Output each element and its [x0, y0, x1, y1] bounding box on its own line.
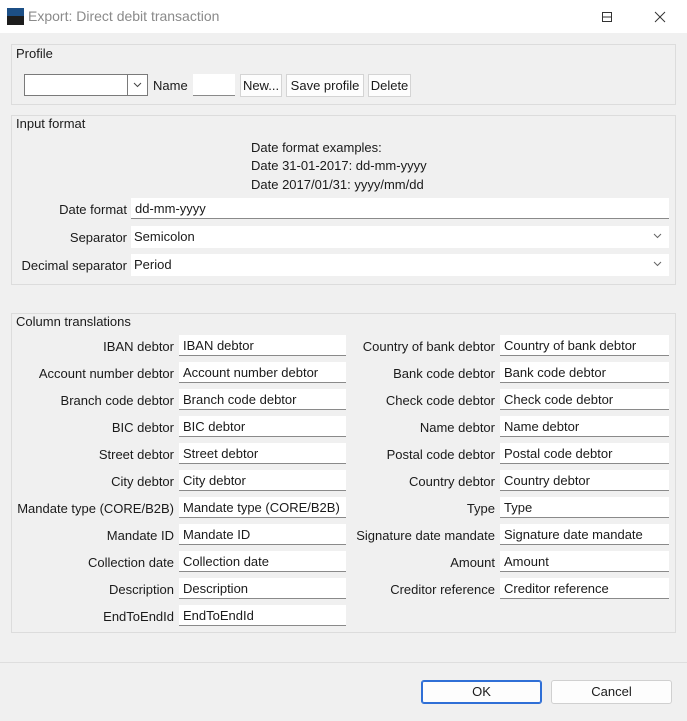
column-input[interactable]: Mandate ID — [179, 524, 346, 545]
column-label: Collection date — [88, 555, 174, 570]
column-input[interactable]: EndToEndId — [179, 605, 346, 626]
column-input-value: Mandate type (CORE/B2B) — [183, 500, 340, 515]
column-input-value: Account number debtor — [183, 365, 319, 380]
column-label: Description — [108, 582, 174, 597]
column-label: Creditor reference — [390, 582, 495, 597]
separator-select[interactable]: Semicolon — [131, 226, 669, 248]
column-label: Name debtor — [419, 420, 495, 435]
column-input[interactable]: Collection date — [179, 551, 346, 572]
column-input-value: Check code debtor — [504, 392, 614, 407]
separator-label: Separator — [69, 230, 127, 245]
column-input-value: Country debtor — [504, 473, 590, 488]
separator-value: Semicolon — [134, 229, 195, 244]
column-label: Type — [466, 501, 495, 516]
column-label: Amount — [450, 555, 495, 570]
column-input-value: City debtor — [183, 473, 246, 488]
column-input[interactable]: Postal code debtor — [500, 443, 669, 464]
date-format-input[interactable]: dd-mm-yyyy — [131, 198, 669, 219]
close-icon — [654, 11, 666, 23]
save-profile-button[interactable]: Save profile — [286, 74, 364, 97]
date-format-examples-heading: Date format examples: — [251, 140, 382, 155]
column-input[interactable]: BIC debtor — [179, 416, 346, 437]
maximize-button[interactable] — [584, 0, 630, 33]
column-label: Mandate type (CORE/B2B) — [17, 501, 174, 516]
column-input-value: Bank code debtor — [504, 365, 606, 380]
column-label: Mandate ID — [106, 528, 174, 543]
column-input-value: BIC debtor — [183, 419, 246, 434]
column-input[interactable]: Country of bank debtor — [500, 335, 669, 356]
column-label: EndToEndId — [103, 609, 174, 624]
column-input-value: Name debtor — [504, 419, 580, 434]
column-label: Postal code debtor — [386, 447, 495, 462]
date-format-example-1: Date 31-01-2017: dd-mm-yyyy — [251, 158, 427, 173]
column-input[interactable]: Country debtor — [500, 470, 669, 491]
maximize-icon — [602, 12, 612, 22]
column-label: Bank code debtor — [393, 366, 495, 381]
column-input[interactable]: Check code debtor — [500, 389, 669, 410]
column-input[interactable]: City debtor — [179, 470, 346, 491]
column-input[interactable]: Signature date mandate — [500, 524, 669, 545]
column-label: Signature date mandate — [356, 528, 495, 543]
column-input-value: Collection date — [183, 554, 269, 569]
column-label: Check code debtor — [385, 393, 495, 408]
column-input[interactable]: Bank code debtor — [500, 362, 669, 383]
column-input-value: Amount — [504, 554, 549, 569]
column-input[interactable]: Street debtor — [179, 443, 346, 464]
title-bar[interactable]: Export: Direct debit transaction — [0, 0, 687, 33]
app-icon — [7, 8, 24, 25]
column-label: IBAN debtor — [103, 339, 174, 354]
date-format-label: Date format — [59, 202, 127, 217]
column-input[interactable]: Creditor reference — [500, 578, 669, 599]
column-input[interactable]: Type — [500, 497, 669, 518]
column-input-value: Street debtor — [183, 446, 259, 461]
column-input-value: Country of bank debtor — [504, 338, 637, 353]
column-label: Country debtor — [409, 474, 495, 489]
column-input[interactable]: IBAN debtor — [179, 335, 346, 356]
column-label: Branch code debtor — [60, 393, 174, 408]
column-label: Street debtor — [98, 447, 174, 462]
column-input-value: Creditor reference — [504, 581, 609, 596]
column-label: BIC debtor — [111, 420, 174, 435]
column-input-value: IBAN debtor — [183, 338, 254, 353]
column-input[interactable]: Amount — [500, 551, 669, 572]
column-input-value: EndToEndId — [183, 608, 254, 623]
column-input[interactable]: Description — [179, 578, 346, 599]
chevron-down-icon[interactable] — [133, 82, 142, 88]
column-input[interactable]: Branch code debtor — [179, 389, 346, 410]
column-input-value: Mandate ID — [183, 527, 251, 542]
chevron-down-icon — [653, 261, 662, 267]
column-label: City debtor — [111, 474, 174, 489]
column-label: Account number debtor — [38, 366, 174, 381]
decimal-separator-label: Decimal separator — [21, 258, 128, 273]
column-input[interactable]: Mandate type (CORE/B2B) — [179, 497, 346, 518]
decimal-separator-value: Period — [134, 257, 172, 272]
column-input-value: Postal code debtor — [504, 446, 613, 461]
date-format-value: dd-mm-yyyy — [135, 201, 206, 216]
profile-select[interactable] — [24, 74, 148, 96]
column-translations-group-label: Column translations — [16, 314, 131, 329]
profile-select-divider — [127, 74, 128, 96]
window-title: Export: Direct debit transaction — [28, 8, 220, 24]
ok-button[interactable]: OK — [421, 680, 542, 704]
cancel-button[interactable]: Cancel — [551, 680, 672, 704]
close-button[interactable] — [637, 0, 683, 33]
chevron-down-icon — [653, 233, 662, 239]
new-profile-button[interactable]: New... — [240, 74, 282, 97]
column-input-value: Description — [183, 581, 249, 596]
delete-profile-button[interactable]: Delete — [368, 74, 411, 97]
decimal-separator-select[interactable]: Period — [131, 254, 669, 276]
column-label: Country of bank debtor — [362, 339, 495, 354]
column-input-value: Signature date mandate — [504, 527, 643, 542]
column-input-value: Branch code debtor — [183, 392, 297, 407]
column-input[interactable]: Account number debtor — [179, 362, 346, 383]
profile-name-label: Name — [153, 78, 188, 93]
column-input-value: Type — [504, 500, 533, 515]
profile-group-label: Profile — [16, 46, 53, 61]
input-format-group-label: Input format — [16, 116, 86, 131]
column-input[interactable]: Name debtor — [500, 416, 669, 437]
date-format-example-2: Date 2017/01/31: yyyy/mm/dd — [251, 177, 424, 192]
profile-name-input[interactable] — [193, 74, 235, 96]
